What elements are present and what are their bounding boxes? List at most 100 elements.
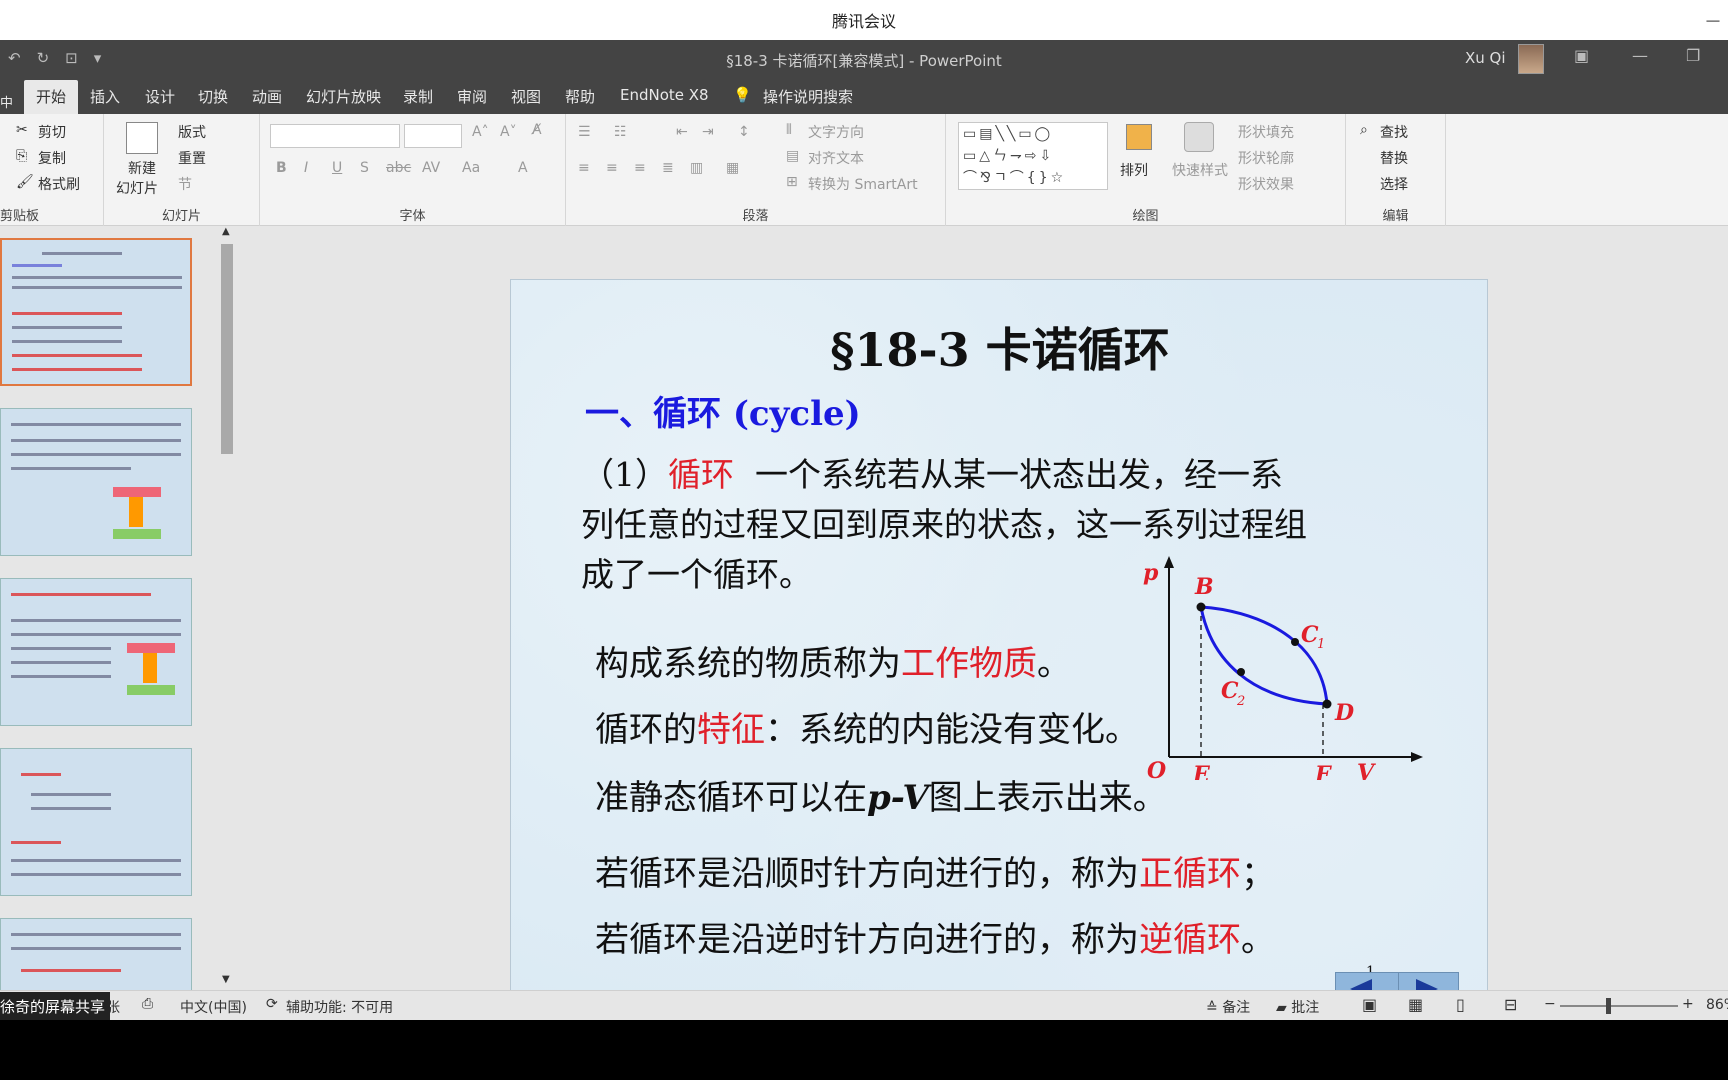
clipboard-label: 剪贴板	[0, 209, 40, 224]
tab-design[interactable]: 设计	[145, 86, 175, 107]
shape-fill-button[interactable]: 形状填充	[1238, 122, 1294, 142]
scroll-down-icon[interactable]: ▼	[222, 974, 230, 985]
bullets-icon[interactable]: ☰	[578, 124, 591, 140]
align-left-icon[interactable]: ≡	[578, 160, 590, 176]
tab-record[interactable]: 录制	[403, 86, 433, 107]
normal-view-icon[interactable]: ▣	[1362, 995, 1377, 1014]
quick-styles-button[interactable]: 快速样式	[1172, 160, 1228, 180]
tab-animations[interactable]: 动画	[252, 86, 282, 107]
thumbnail-scrollbar[interactable]: ▲ ▼	[218, 226, 236, 990]
layout-button[interactable]: 版式	[178, 122, 206, 142]
reset-button[interactable]: 重置	[178, 148, 206, 168]
zoom-level[interactable]: 86%	[1706, 997, 1728, 1013]
shapes-gallery[interactable]: ▭▤╲╲▭◯ ▭△ㄣ⇁⇨⇩ ⌒⅋ㄱ⌒{}☆	[958, 122, 1108, 190]
align-center-icon[interactable]: ≡	[606, 160, 618, 176]
columns-icon[interactable]: ▦	[726, 160, 739, 176]
screen-share-label: 徐奇的屏幕共享	[0, 992, 110, 1020]
slideshow-view-icon[interactable]: ⊟	[1504, 995, 1517, 1014]
tab-help[interactable]: 帮助	[565, 86, 595, 107]
ribbon-display-icon[interactable]: ▣	[1574, 46, 1589, 65]
justify-icon[interactable]: ≣	[662, 160, 674, 176]
font-name-input[interactable]	[270, 124, 400, 148]
copy-button[interactable]: 复制	[38, 148, 66, 168]
paragraph-group: ☰ ☷ ⇤ ⇥ ↕ ⫴ 文字方向 ▤ 对齐文本 ⊞ 转换为 SmartArt ≡…	[566, 114, 946, 226]
comments-button[interactable]: ▰ 批注	[1276, 997, 1319, 1017]
notes-button[interactable]: ≙ 备注	[1206, 997, 1250, 1017]
zoom-slider[interactable]	[1560, 1005, 1678, 1007]
para-prefix: （1）	[581, 455, 668, 494]
new-slide-button[interactable]: 新建	[128, 158, 156, 178]
line-spacing-icon[interactable]: ↕	[738, 124, 750, 140]
decrease-indent-icon[interactable]: ⇤	[676, 124, 688, 140]
italic-button[interactable]: I	[304, 160, 308, 176]
section-button[interactable]: 节	[178, 174, 192, 194]
tab-review[interactable]: 审阅	[457, 86, 487, 107]
align-text-button[interactable]: 对齐文本	[808, 148, 864, 168]
line-working-substance: 构成系统的物质称为工作物质。	[595, 644, 1071, 684]
meeting-title: 腾讯会议	[831, 12, 896, 31]
text-direction-button[interactable]: 文字方向	[808, 122, 864, 142]
restore-window-icon[interactable]: ❐	[1686, 46, 1700, 65]
tab-home[interactable]: 开始	[24, 80, 79, 114]
slide-thumbnail-3[interactable]	[0, 578, 192, 726]
change-case-button[interactable]: Aa	[462, 160, 480, 176]
line-pv-diagram: 准静态循环可以在p-V图上表示出来。	[595, 778, 1167, 818]
reading-view-icon[interactable]: ▯	[1456, 995, 1465, 1014]
sorter-view-icon[interactable]: ▦	[1408, 995, 1423, 1014]
bold-button[interactable]: B	[276, 160, 287, 176]
format-painter-button[interactable]: 格式刷	[38, 174, 80, 194]
language-status[interactable]: 中文(中国)	[180, 997, 247, 1017]
label-V: V	[1357, 760, 1376, 780]
arrange-button[interactable]: 排列	[1120, 160, 1148, 180]
tab-slideshow[interactable]: 幻灯片放映	[306, 86, 381, 107]
user-name[interactable]: Xu Qi	[1465, 49, 1506, 67]
scrollbar-thumb[interactable]	[221, 244, 233, 454]
tab-endnote[interactable]: EndNote X8	[620, 86, 709, 104]
slide-thumbnail-5[interactable]	[0, 918, 192, 990]
clear-format-icon[interactable]: A̸	[532, 122, 542, 138]
font-color-button[interactable]: A	[518, 160, 528, 176]
shape-outline-button[interactable]: 形状轮廓	[1238, 148, 1294, 168]
increase-indent-icon[interactable]: ⇥	[702, 124, 714, 140]
shape-effects-button[interactable]: 形状效果	[1238, 174, 1294, 194]
shrink-font-icon[interactable]: A˅	[500, 124, 517, 140]
convert-smartart-button[interactable]: 转换为 SmartArt	[808, 174, 918, 194]
arrange-icon	[1126, 124, 1152, 150]
numbering-icon[interactable]: ☷	[614, 124, 627, 140]
align-right-icon[interactable]: ≡	[634, 160, 646, 176]
accessibility-status[interactable]: 辅助功能: 不可用	[286, 997, 393, 1017]
para-line-1: （1）循环 一个系统若从某一状态出发，经一系	[581, 448, 1283, 496]
zoom-out-icon[interactable]: −	[1544, 996, 1556, 1012]
file-tab-fragment[interactable]: 中	[0, 92, 13, 111]
distribute-icon[interactable]: ▥	[690, 160, 703, 176]
zoom-in-icon[interactable]: +	[1682, 996, 1694, 1012]
drawing-group: ▭▤╲╲▭◯ ▭△ㄣ⇁⇨⇩ ⌒⅋ㄱ⌒{}☆ 排列 快速样式 形状填充 形状轮廓 形状…	[946, 114, 1346, 226]
grow-font-icon[interactable]: A˄	[472, 124, 489, 140]
find-button[interactable]: 查找	[1380, 122, 1408, 142]
tab-insert[interactable]: 插入	[90, 86, 120, 107]
tell-me-search[interactable]: 操作说明搜索	[763, 86, 853, 107]
char-spacing-button[interactable]: AV	[422, 160, 440, 176]
spellcheck-icon[interactable]: ⎙	[142, 996, 153, 1012]
minimize-icon[interactable]: －	[1704, 8, 1722, 34]
label-F: F	[1314, 762, 1332, 780]
zoom-slider-thumb[interactable]	[1606, 998, 1611, 1014]
minimize-window-icon[interactable]: —	[1632, 46, 1648, 65]
replace-button[interactable]: 替换	[1380, 148, 1408, 168]
slide-thumbnail-4[interactable]	[0, 748, 192, 896]
avatar[interactable]	[1518, 44, 1544, 74]
new-slide-dropdown[interactable]: 幻灯片	[116, 178, 158, 198]
font-size-input[interactable]	[404, 124, 462, 148]
strikethrough-button[interactable]: abc	[386, 160, 411, 176]
tab-view[interactable]: 视图	[511, 86, 541, 107]
label-O: O	[1147, 758, 1166, 780]
slide-thumbnail-1[interactable]	[0, 238, 192, 386]
shadow-button[interactable]: S	[360, 160, 369, 176]
select-button[interactable]: 选择	[1380, 174, 1408, 194]
tab-transitions[interactable]: 切换	[198, 86, 228, 107]
cut-button[interactable]: 剪切	[38, 122, 66, 142]
slide[interactable]: §18-3 卡诺循环 一、循环 (cycle) （1）循环 一个系统若从某一状态…	[510, 279, 1488, 1014]
slide-thumbnail-2[interactable]	[0, 408, 192, 556]
scroll-up-icon[interactable]: ▲	[222, 226, 230, 237]
underline-button[interactable]: U	[332, 160, 342, 176]
